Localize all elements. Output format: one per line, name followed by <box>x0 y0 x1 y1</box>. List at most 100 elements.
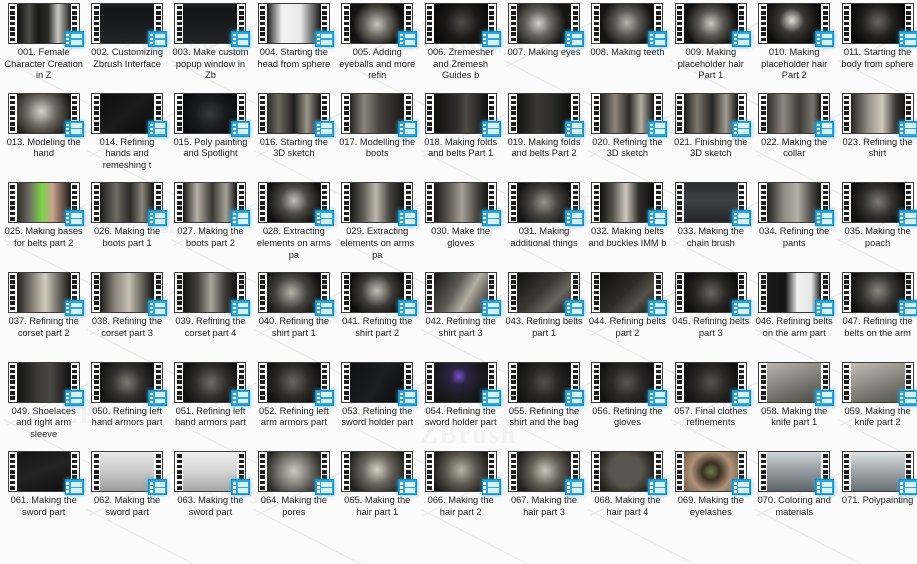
thumbnail-filmstrip[interactable] <box>841 182 917 227</box>
thumbnail-filmstrip[interactable] <box>508 92 585 137</box>
thumbnail-filmstrip[interactable] <box>91 182 168 227</box>
file-tile[interactable]: 046. Refining belts on the arm part <box>753 271 836 361</box>
thumbnail-filmstrip[interactable] <box>174 92 251 137</box>
thumbnail-filmstrip[interactable] <box>91 92 168 137</box>
file-tile[interactable]: 017. Modelling the boots <box>336 92 419 182</box>
file-tile[interactable]: 056. Refining the gloves <box>586 361 669 451</box>
thumbnail-filmstrip[interactable] <box>341 3 418 47</box>
thumbnail-filmstrip[interactable] <box>257 3 334 47</box>
file-tile[interactable]: 058. Making the knife part 1 <box>753 361 836 451</box>
thumbnail-filmstrip[interactable] <box>341 272 418 317</box>
thumbnail-filmstrip[interactable] <box>424 182 501 227</box>
file-tile[interactable]: 030. Make the gloves <box>419 181 502 271</box>
thumbnail-filmstrip[interactable] <box>758 182 835 227</box>
thumbnail-filmstrip[interactable] <box>7 272 84 317</box>
thumbnail-filmstrip[interactable] <box>674 361 751 406</box>
file-tile[interactable]: 011. Starting the body from sphere <box>836 2 917 92</box>
thumbnail-filmstrip[interactable] <box>7 182 84 227</box>
file-tile[interactable]: 067. Making the hair part 3 <box>502 450 585 540</box>
file-tile[interactable]: 009. Making placeholder hair Part 1 <box>669 2 752 92</box>
file-tile[interactable]: 053. Refining the sword holder part <box>336 361 419 451</box>
file-tile[interactable]: 052. Refining left arm armors part <box>252 361 335 451</box>
thumbnail-filmstrip[interactable] <box>508 272 585 317</box>
thumbnail-filmstrip[interactable] <box>508 3 585 47</box>
file-tile[interactable]: 065. Making the hair part 1 <box>336 450 419 540</box>
thumbnail-filmstrip[interactable] <box>174 272 251 317</box>
file-tile[interactable]: 008. Making teeth <box>586 2 669 92</box>
thumbnail-filmstrip[interactable] <box>674 92 751 137</box>
file-tile[interactable]: 068. Making the hair part 4 <box>586 450 669 540</box>
file-tile[interactable]: 023. Refining the shirt <box>836 92 917 182</box>
thumbnail-filmstrip[interactable] <box>508 451 585 496</box>
thumbnail-filmstrip[interactable] <box>758 451 835 496</box>
file-tile[interactable]: 041. Refining the shirt part 2 <box>336 271 419 361</box>
thumbnail-filmstrip[interactable] <box>841 451 917 496</box>
thumbnail-filmstrip[interactable] <box>91 272 168 317</box>
thumbnail-filmstrip[interactable] <box>841 3 917 47</box>
file-tile[interactable]: 018. Making folds and belts Part 1 <box>419 92 502 182</box>
thumbnail-filmstrip[interactable] <box>257 272 334 317</box>
thumbnail-filmstrip[interactable] <box>174 451 251 496</box>
thumbnail-filmstrip[interactable] <box>174 182 251 227</box>
file-tile[interactable]: 047. Refining the belts on the arm <box>836 271 917 361</box>
file-tile[interactable]: 010. Making placeholder hair Part 2 <box>753 2 836 92</box>
thumbnail-filmstrip[interactable] <box>674 3 751 47</box>
file-tile[interactable]: 021. Finishing the 3D sketch <box>669 92 752 182</box>
file-tile[interactable]: 055. Refining the shirt and the bag <box>502 361 585 451</box>
file-tile[interactable]: 070. Coloring and materials <box>753 450 836 540</box>
thumbnail-filmstrip[interactable] <box>257 92 334 137</box>
thumbnail-filmstrip[interactable] <box>91 451 168 496</box>
file-tile[interactable]: 033. Making the chain brush <box>669 181 752 271</box>
thumbnail-filmstrip[interactable] <box>91 361 168 406</box>
thumbnail-filmstrip[interactable] <box>591 3 668 47</box>
file-tile[interactable]: 013. Modeling the hand <box>2 92 85 182</box>
file-tile[interactable]: 069. Making the eyelashes <box>669 450 752 540</box>
file-tile[interactable]: 042. Refining the shirt part 3 <box>419 271 502 361</box>
file-tile[interactable]: 057. Final clothes refinements <box>669 361 752 451</box>
thumbnail-filmstrip[interactable] <box>674 182 751 227</box>
thumbnail-filmstrip[interactable] <box>341 92 418 137</box>
file-tile[interactable]: 059. Making the knife part 2 <box>836 361 917 451</box>
thumbnail-filmstrip[interactable] <box>424 92 501 137</box>
thumbnail-filmstrip[interactable] <box>508 182 585 227</box>
file-tile[interactable]: 071. Polypainting <box>836 450 917 540</box>
thumbnail-filmstrip[interactable] <box>674 272 751 317</box>
thumbnail-filmstrip[interactable] <box>424 451 501 496</box>
thumbnail-filmstrip[interactable] <box>174 3 251 47</box>
thumbnail-filmstrip[interactable] <box>341 451 418 496</box>
file-tile[interactable]: 045. Refining belts part 3 <box>669 271 752 361</box>
file-tile[interactable]: 029. Extracting elements on arms pa <box>336 181 419 271</box>
file-tile[interactable]: 050. Refining left hand armors part <box>85 361 168 451</box>
thumbnail-filmstrip[interactable] <box>591 272 668 317</box>
file-tile[interactable]: 019. Making folds and belts Part 2 <box>502 92 585 182</box>
thumbnail-filmstrip[interactable] <box>341 182 418 227</box>
file-tile[interactable]: 015. Poly painting and Spotlight <box>169 92 252 182</box>
file-tile[interactable]: 002. Customizing Zbrush Interface <box>85 2 168 92</box>
thumbnail-filmstrip[interactable] <box>7 92 84 137</box>
file-tile[interactable]: 044. Refining belts part 2 <box>586 271 669 361</box>
thumbnail-filmstrip[interactable] <box>591 361 668 406</box>
file-tile[interactable]: 020. Refining the 3D sketch <box>586 92 669 182</box>
file-tile[interactable]: 038. Refining the corset part 3 <box>85 271 168 361</box>
thumbnail-filmstrip[interactable] <box>841 361 917 406</box>
thumbnail-filmstrip[interactable] <box>591 182 668 227</box>
thumbnail-filmstrip[interactable] <box>424 272 501 317</box>
file-tile[interactable]: 037. Refining the corset part 2 <box>2 271 85 361</box>
thumbnail-filmstrip[interactable] <box>257 451 334 496</box>
thumbnail-filmstrip[interactable] <box>7 361 84 406</box>
file-tile[interactable]: 040. Refining the shirt part 1 <box>252 271 335 361</box>
thumbnail-filmstrip[interactable] <box>758 361 835 406</box>
thumbnail-filmstrip[interactable] <box>424 3 501 47</box>
file-tile[interactable]: 035. Making the poach <box>836 181 917 271</box>
thumbnail-filmstrip[interactable] <box>341 361 418 406</box>
file-tile[interactable]: 061. Making the sword part <box>2 450 85 540</box>
thumbnail-filmstrip[interactable] <box>7 451 84 496</box>
thumbnail-filmstrip[interactable] <box>174 361 251 406</box>
file-tile[interactable]: 063. Making the sword part <box>169 450 252 540</box>
thumbnail-filmstrip[interactable] <box>257 361 334 406</box>
file-tile[interactable]: 016. Starting the 3D sketch <box>252 92 335 182</box>
file-tile[interactable]: 051. Refining left hand armors part <box>169 361 252 451</box>
file-tile[interactable]: 014. Refining hands and remeshing t <box>85 92 168 182</box>
thumbnail-filmstrip[interactable] <box>257 182 334 227</box>
file-tile[interactable]: 043. Refining belts part 1 <box>502 271 585 361</box>
